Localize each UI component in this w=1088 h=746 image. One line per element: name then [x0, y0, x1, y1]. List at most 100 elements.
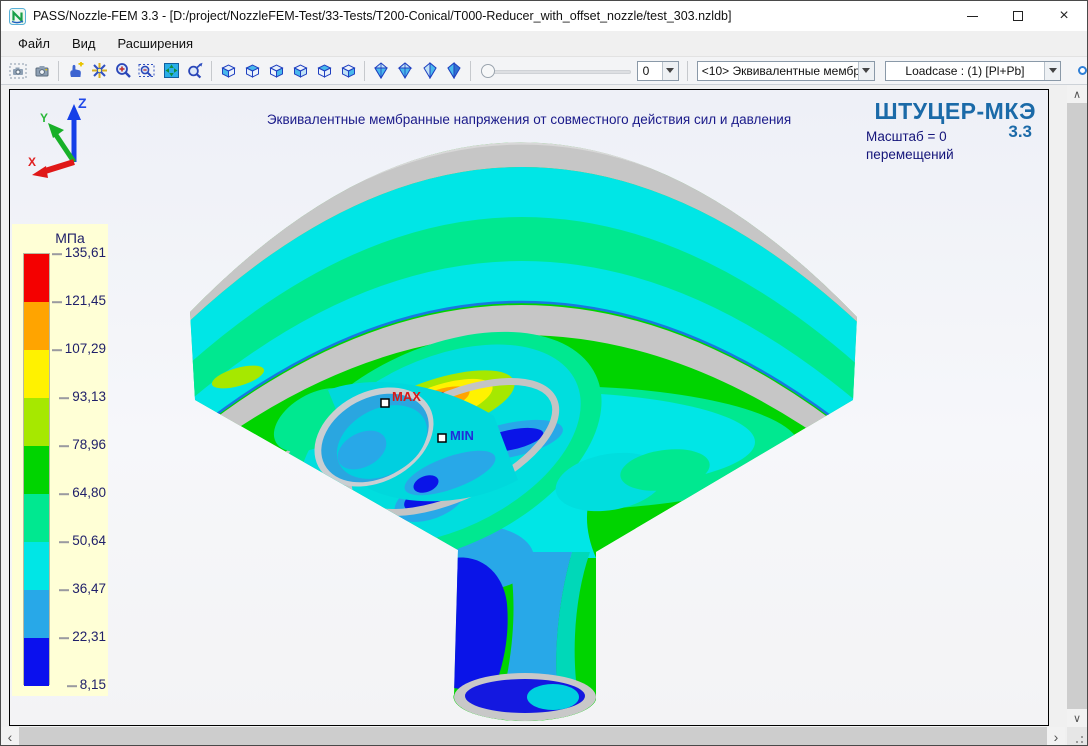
chevron-up-icon: ∧	[1073, 88, 1081, 101]
loadcase-value: Loadcase : (1) [Pl+Pb]	[886, 64, 1044, 78]
scale-dropdown-button[interactable]	[662, 62, 678, 80]
model-shaded-surface	[180, 142, 870, 721]
minimize-button[interactable]	[949, 1, 995, 31]
model-viewport[interactable]: Эквивалентные мембранные напряжения от с…	[9, 89, 1049, 726]
slider-track	[481, 70, 631, 74]
max-label: MAX	[392, 389, 421, 404]
loadcase-combo[interactable]: Loadcase : (1) [Pl+Pb]	[885, 61, 1061, 81]
fit-view-icon	[163, 62, 180, 79]
app-window: PASS/Nozzle-FEM 3.3 - [D:/project/Nozzle…	[0, 0, 1088, 746]
zoom-window-button[interactable]	[135, 59, 159, 83]
view-iso-1-button[interactable]	[369, 59, 393, 83]
window-title: PASS/Nozzle-FEM 3.3 - [D:/project/Nozzle…	[33, 9, 949, 23]
iso-diamond-icon	[397, 62, 413, 79]
legend-band	[24, 446, 49, 494]
view-iso-2-button[interactable]	[393, 59, 417, 83]
iso-diamond-icon	[422, 62, 438, 79]
close-button[interactable]: ×	[1041, 1, 1087, 31]
min-label: MIN	[450, 428, 474, 443]
cube-left-icon	[267, 63, 285, 79]
legend-value: 36,47	[72, 581, 106, 596]
fem-model[interactable]: MAX MIN	[10, 90, 1048, 725]
legend-band	[24, 542, 49, 590]
toolbar: 0 <10> Эквивалентные мембра Loadcase : (…	[1, 57, 1087, 85]
menu-view[interactable]: Вид	[61, 33, 107, 54]
zoom-extents-button[interactable]	[87, 59, 111, 83]
status-dot-icon	[1078, 66, 1087, 75]
legend-value: 64,80	[72, 485, 106, 500]
legend-value: 8,15	[80, 677, 106, 692]
menu-file[interactable]: Файл	[7, 33, 61, 54]
result-type-value: <10> Эквивалентные мембра	[698, 64, 858, 78]
legend-band	[24, 254, 49, 302]
legend-values: 135,61121,45107,2993,1378,9664,8050,6436…	[54, 253, 106, 685]
toolbar-separator	[364, 61, 365, 81]
maximize-button[interactable]	[995, 1, 1041, 31]
iso-diamond-icon	[446, 62, 462, 79]
result-type-dropdown-button[interactable]	[858, 62, 874, 80]
close-icon: ×	[1059, 8, 1068, 24]
view-cube-top-button[interactable]	[312, 59, 336, 83]
zoom-in-button[interactable]	[111, 59, 135, 83]
zoom-window-icon	[138, 63, 156, 79]
maximize-icon	[1013, 11, 1023, 21]
legend-band	[24, 398, 49, 446]
chevron-down-icon	[862, 68, 870, 73]
chevron-right-icon: ›	[1054, 729, 1059, 745]
legend-unit: МПа	[48, 230, 92, 246]
resize-grip[interactable]	[1067, 727, 1087, 746]
scroll-down-button[interactable]: ∨	[1067, 709, 1087, 727]
view-iso-4-button[interactable]	[442, 59, 466, 83]
legend-band	[24, 590, 49, 638]
result-type-combo[interactable]: <10> Эквивалентные мембра	[697, 61, 875, 81]
camera-dashed-icon	[9, 63, 27, 79]
chevron-down-icon: ∨	[1073, 712, 1081, 725]
toolbar-separator	[211, 61, 212, 81]
zoom-extents-icon	[91, 62, 108, 79]
cube-top-icon	[315, 63, 333, 79]
app-logo-icon	[9, 8, 26, 25]
fit-view-button[interactable]	[159, 59, 183, 83]
scroll-up-button[interactable]: ∧	[1067, 85, 1087, 103]
cube-back-icon	[243, 63, 261, 79]
pan-hand-button[interactable]	[63, 59, 87, 83]
toolbar-separator	[687, 61, 688, 81]
legend-band	[24, 638, 49, 686]
legend-band	[24, 302, 49, 350]
workspace: Эквивалентные мембранные напряжения от с…	[1, 85, 1087, 746]
legend-value: 22,31	[72, 629, 106, 644]
legend: МПа 135,61121,45107,2993,1378,9664,8050,…	[12, 224, 108, 696]
menu-extensions[interactable]: Расширения	[107, 33, 205, 54]
view-cube-back-button[interactable]	[240, 59, 264, 83]
legend-band	[24, 350, 49, 398]
scroll-right-button[interactable]: ›	[1047, 727, 1065, 746]
legend-value: 135,61	[65, 245, 106, 260]
camera-icon	[33, 63, 51, 79]
menu-bar: Файл Вид Расширения	[1, 31, 1087, 57]
minimize-icon	[967, 16, 978, 17]
scroll-left-button[interactable]: ‹	[1, 727, 19, 746]
loadcase-dropdown-button[interactable]	[1044, 62, 1060, 80]
chevron-down-icon	[1049, 68, 1057, 73]
deformation-scale-slider[interactable]	[481, 61, 631, 81]
chevron-left-icon: ‹	[8, 729, 13, 745]
legend-bar	[23, 253, 50, 685]
scale-value-combo[interactable]: 0	[637, 61, 679, 81]
title-bar: PASS/Nozzle-FEM 3.3 - [D:/project/Nozzle…	[1, 1, 1087, 31]
capture-image-button[interactable]	[30, 59, 54, 83]
view-cube-bottom-button[interactable]	[336, 59, 360, 83]
zoom-in-icon	[115, 62, 132, 79]
vertical-scrollbar[interactable]: ∧ ∨	[1067, 85, 1087, 727]
view-cube-front-button[interactable]	[216, 59, 240, 83]
zoom-dynamic-button[interactable]	[183, 59, 207, 83]
legend-value: 78,96	[72, 437, 106, 452]
horizontal-scrollbar[interactable]: ‹ ›	[1, 727, 1065, 746]
chevron-down-icon	[666, 68, 674, 73]
slider-handle[interactable]	[481, 64, 495, 78]
legend-value: 93,13	[72, 389, 106, 404]
iso-diamond-icon	[373, 62, 389, 79]
capture-view-button[interactable]	[6, 59, 30, 83]
view-iso-3-button[interactable]	[418, 59, 442, 83]
view-cube-left-button[interactable]	[264, 59, 288, 83]
view-cube-right-button[interactable]	[288, 59, 312, 83]
